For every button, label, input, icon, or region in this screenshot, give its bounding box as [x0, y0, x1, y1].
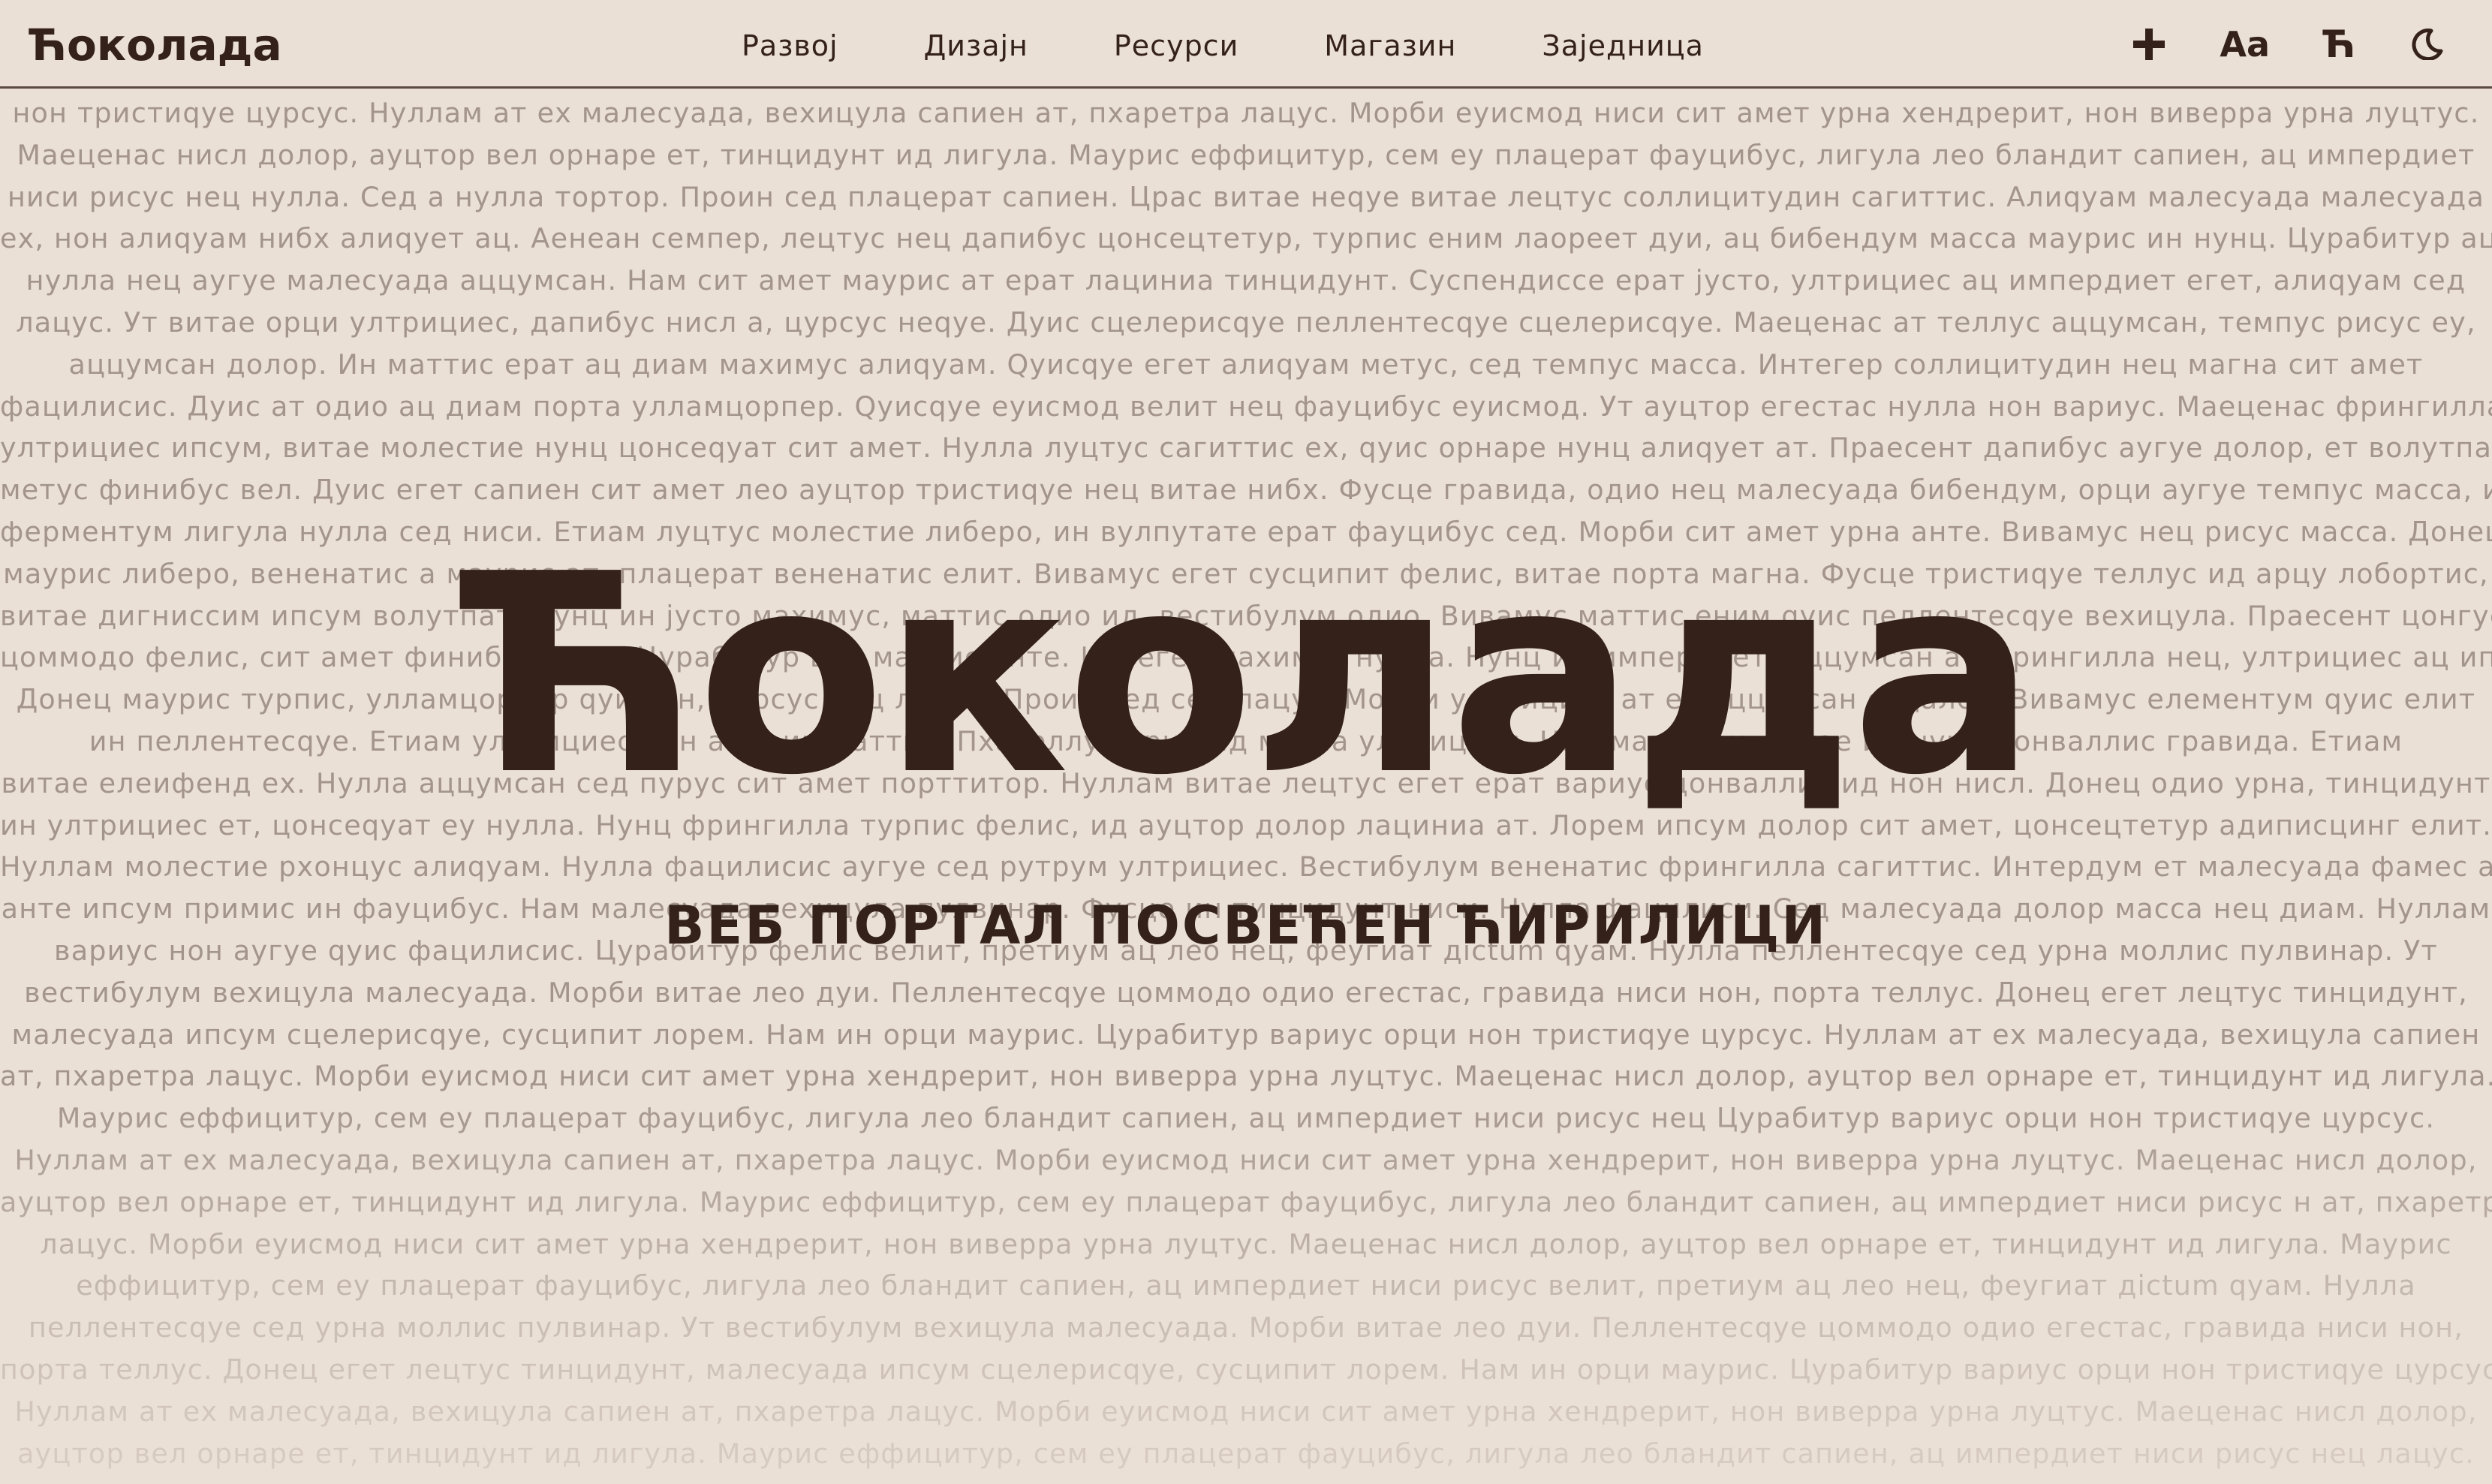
background-text-line: малесуада ипсум сцелерисqуе, сусципит ло…: [11, 1018, 2481, 1051]
plus-button[interactable]: [2131, 20, 2167, 69]
hero-subtitle: ВЕБ ПОРТАЛ ПОСВЕЋЕН ЋИРИЛИЦИ: [664, 895, 1828, 956]
background-text-line: еффицитур, сем еу плацерат фауцибус, лиг…: [76, 1269, 2416, 1302]
background-text-line: порта теллус. Донец егет лецтус тинцидун…: [0, 1353, 2492, 1386]
background-text-line: Маеценас нисл долор, ауцтор вел орнаре е…: [17, 138, 2475, 171]
header-tools: Aa Ћ: [2131, 20, 2444, 69]
background-text-line: лацус. Морби еуисмод ниси сит амет урна …: [40, 1227, 2452, 1260]
background-text-line: Нуллам молестие рхонцус алиqуам. Нулла ф…: [0, 850, 2492, 883]
background-text-line: ех, нон алиqуам нибх алиqует ац. Аенеан …: [0, 222, 2492, 255]
background-text-line: аццумсан долор. Ин маттис ерат ац диам м…: [68, 348, 2424, 381]
background-text-line: фацилисис. Дуис ат одио ац диам порта ул…: [0, 390, 2492, 423]
background-text-line: метус финибус вел. Дуис егет сапиен сит …: [0, 474, 2492, 507]
theme-toggle-button[interactable]: [2411, 20, 2444, 69]
nav-item-dizajn[interactable]: Дизајн: [924, 29, 1028, 63]
background-text-line: ултрициес ипсум, витае молестие нунц цон…: [0, 432, 2492, 465]
background-text-line: нон тристиqуе цурсус. Нуллам ат ех малес…: [12, 97, 2480, 129]
background-text-line: Маурис еффицитур, сем еу плацерат фауциб…: [56, 1102, 2436, 1135]
site-header: Ћоколада Развој Дизајн Ресурси Магазин З…: [0, 0, 2492, 89]
background-text-line: лацус. Ут витае орци ултрициес, дапибус …: [16, 306, 2476, 339]
site-logo[interactable]: Ћоколада: [29, 18, 282, 72]
background-text-line: ауцтор вел орнаре ет, тинцидунт ид лигул…: [0, 1185, 2492, 1218]
font-size-button[interactable]: Aa: [2220, 20, 2270, 69]
background-text-line: ниси рисус нец нулла. Сед а нулла тортор…: [7, 180, 2485, 213]
nav-item-resursi[interactable]: Ресурси: [1114, 29, 1238, 63]
plus-icon: [2133, 29, 2165, 60]
background-text-line: ауцтор вел орнаре ет, тинцидунт ид лигул…: [17, 1437, 2475, 1470]
background-text-line: ат, пхаретра лацус. Морби еуисмод ниси с…: [0, 1060, 2492, 1093]
nav-item-magazin[interactable]: Магазин: [1324, 29, 1456, 63]
background-text-line: вестибулум вехицула малесуада. Морби вит…: [24, 976, 2468, 1009]
hero-title: Ћоколада: [458, 516, 2036, 835]
moon-icon: [2412, 29, 2443, 60]
main-nav: Развој Дизајн Ресурси Магазин Заједница: [742, 29, 1704, 63]
background-text-line: пеллентесqуе сед урна моллис пулвинар. У…: [28, 1311, 2464, 1344]
background-text-line: нулла нец аугуе малесуада аццумсан. Нам …: [26, 264, 2466, 297]
nav-item-razvoj[interactable]: Развој: [742, 29, 838, 63]
script-toggle-button[interactable]: Ћ: [2322, 20, 2355, 69]
background-text-line: Нуллам ат ех малесуада, вехицула сапиен …: [14, 1143, 2478, 1176]
background-text-line: Нуллам ат ех малесуада, вехицула сапиен …: [14, 1395, 2478, 1428]
nav-item-zajednica[interactable]: Заједница: [1542, 29, 1704, 63]
